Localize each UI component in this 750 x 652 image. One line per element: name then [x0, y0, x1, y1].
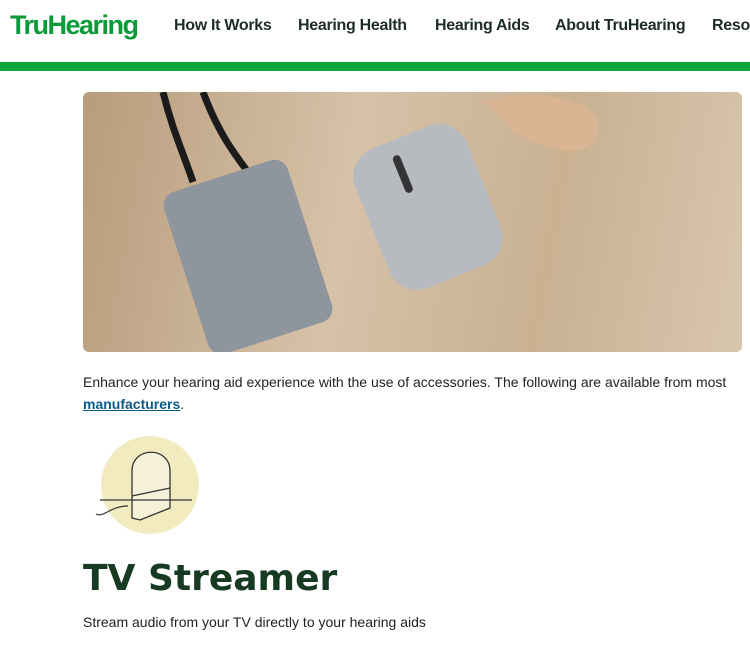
manufacturers-link[interactable]: manufacturers — [83, 396, 180, 412]
section-title: TV Streamer — [83, 558, 338, 599]
intro-end: . — [180, 396, 185, 412]
accessories-photo — [159, 92, 599, 352]
tv-streamer-icon — [82, 436, 202, 536]
nav-how-it-works[interactable]: How It Works — [174, 17, 272, 35]
intro-text: Enhance your hearing aid experience with… — [83, 371, 743, 415]
nav-hearing-aids[interactable]: Hearing Aids — [435, 17, 530, 35]
header-accent-bar — [0, 62, 750, 71]
nav-hearing-health[interactable]: Hearing Health — [298, 17, 407, 35]
site-header: TruHearing How It Works Hearing Health H… — [0, 0, 750, 62]
intro-body: Enhance your hearing aid experience with… — [83, 374, 727, 390]
nav-about[interactable]: About TruHearing — [555, 17, 686, 35]
truhearing-logo[interactable]: TruHearing — [10, 10, 139, 41]
nav-resources[interactable]: Resou — [712, 17, 750, 35]
section-description: Stream audio from your TV directly to yo… — [83, 614, 426, 630]
hero-image-accessories — [83, 92, 742, 352]
